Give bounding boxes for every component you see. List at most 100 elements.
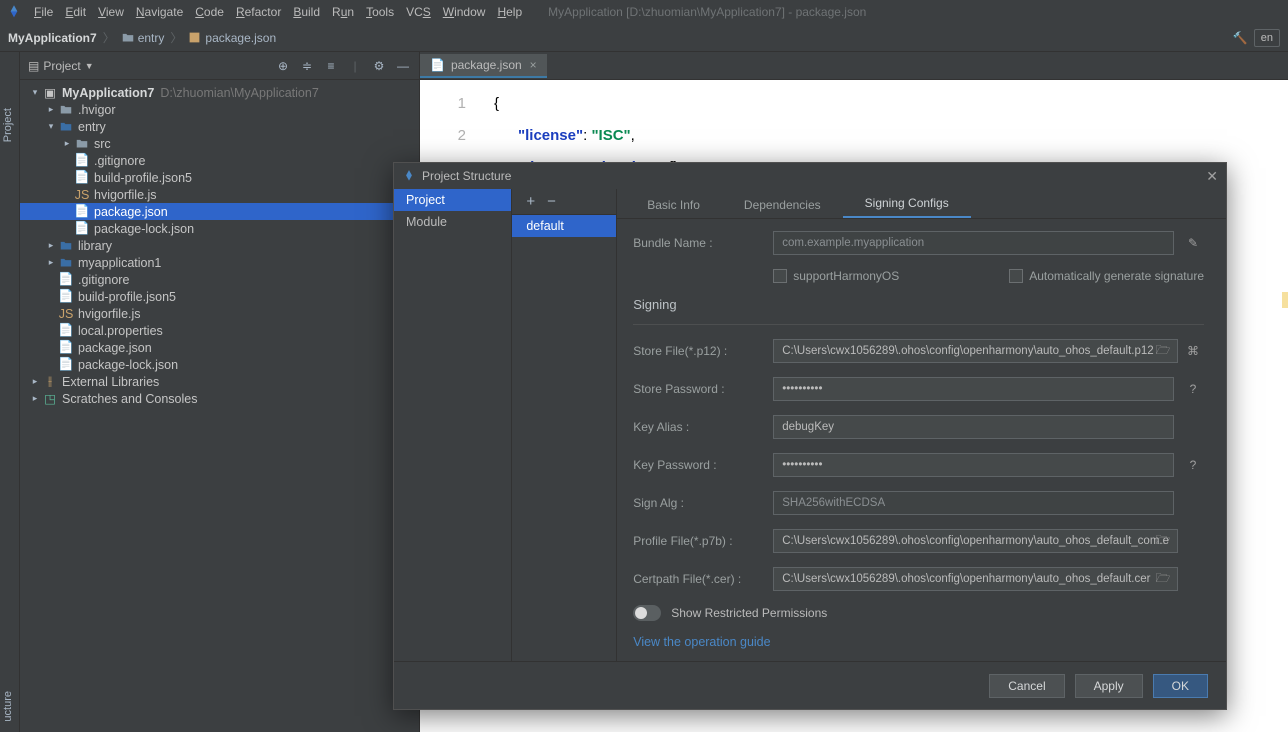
apply-button[interactable]: Apply: [1075, 674, 1143, 698]
tree-buildprofile[interactable]: 📄build-profile.json5: [20, 169, 419, 186]
gear-icon[interactable]: ⚙: [371, 58, 387, 74]
tree-src[interactable]: ▸src: [20, 135, 419, 152]
collapse-all-icon[interactable]: ≡: [323, 58, 339, 74]
tree-gitignore[interactable]: 📄.gitignore: [20, 152, 419, 169]
project-label-text: Project: [43, 59, 80, 73]
tab-signing-configs[interactable]: Signing Configs: [843, 190, 971, 218]
project-label[interactable]: ▤ Project ▼: [28, 59, 94, 73]
toggle-switch[interactable]: [633, 605, 661, 621]
tree-label: package-lock.json: [94, 222, 194, 236]
project-panel-header: ▤ Project ▼ ⊕ ≑ ≡ | ⚙ —: [20, 52, 419, 80]
cert-file-input[interactable]: C:\Users\cwx1056289\.ohos\config\openhar…: [773, 567, 1178, 591]
tree-packagelock[interactable]: 📄package-lock.json: [20, 220, 419, 237]
menu-run[interactable]: Run: [326, 5, 360, 19]
menu-code[interactable]: Code: [189, 5, 230, 19]
expand-all-icon[interactable]: ≑: [299, 58, 315, 74]
close-icon[interactable]: ×: [530, 58, 537, 72]
menu-view[interactable]: View: [92, 5, 130, 19]
rail-structure[interactable]: ucture: [2, 691, 14, 722]
tab-packagejson[interactable]: 📄 package.json ×: [420, 54, 547, 78]
tree-hvigor[interactable]: ▸.hvigor: [20, 101, 419, 118]
tree-packagelock2[interactable]: 📄package-lock.json: [20, 356, 419, 373]
fingerprint-icon[interactable]: ⌘: [1182, 340, 1204, 362]
menu-help[interactable]: Help: [491, 5, 528, 19]
tree-root-name: MyApplication7: [62, 86, 154, 100]
close-icon[interactable]: ✕: [1206, 168, 1218, 185]
cert-file-label: Certpath File(*.cer) :: [633, 572, 773, 586]
tree-label: build-profile.json5: [94, 171, 192, 185]
menu-window[interactable]: Window: [437, 5, 492, 19]
add-icon[interactable]: +: [526, 193, 535, 210]
tree-localprops[interactable]: 📄local.properties: [20, 322, 419, 339]
profile-file-input[interactable]: C:\Users\cwx1056289\.ohos\config\openhar…: [773, 529, 1178, 553]
target-icon[interactable]: ⊕: [275, 58, 291, 74]
chk-label: supportHarmonyOS: [793, 269, 899, 283]
auto-signature-checkbox[interactable]: Automatically generate signature: [1009, 269, 1204, 283]
minimize-icon[interactable]: —: [395, 58, 411, 74]
dialog-form-area: Basic Info Dependencies Signing Configs …: [617, 189, 1226, 661]
cancel-button[interactable]: Cancel: [989, 674, 1064, 698]
tree-entry[interactable]: ▾entry: [20, 118, 419, 135]
tree-buildprofile2[interactable]: 📄build-profile.json5: [20, 288, 419, 305]
menu-vcs[interactable]: VCS: [400, 5, 437, 19]
crumb-file[interactable]: package.json: [205, 31, 276, 45]
rail-project[interactable]: Project: [2, 108, 14, 142]
folder-open-icon[interactable]: 🗁: [1152, 340, 1174, 362]
menu-tools[interactable]: Tools: [360, 5, 400, 19]
lang-badge[interactable]: en: [1254, 29, 1280, 47]
tree-gitignore2[interactable]: 📄.gitignore: [20, 271, 419, 288]
store-password-label: Store Password :: [633, 382, 773, 396]
menu-edit[interactable]: Edit: [59, 5, 92, 19]
restricted-permissions-toggle[interactable]: Show Restricted Permissions: [633, 605, 1204, 621]
tree-library[interactable]: ▸library: [20, 237, 419, 254]
sign-alg-input: SHA256withECDSA: [773, 491, 1174, 515]
ok-button[interactable]: OK: [1153, 674, 1208, 698]
json-file-icon: 📄: [58, 357, 74, 373]
tab-dependencies[interactable]: Dependencies: [722, 192, 843, 218]
help-icon[interactable]: ?: [1182, 378, 1204, 400]
store-file-label: Store File(*.p12) :: [633, 344, 773, 358]
menu-file[interactable]: File: [28, 5, 59, 19]
folder-icon: [58, 102, 74, 118]
tree-label: hvigorfile.js: [78, 307, 141, 321]
tree-hvigorfile2[interactable]: JShvigorfile.js: [20, 305, 419, 322]
project-tree[interactable]: ▾▣MyApplication7D:\zhuomian\MyApplicatio…: [20, 80, 419, 732]
remove-icon[interactable]: −: [547, 193, 556, 210]
file-icon: 📄: [58, 323, 74, 339]
tree-extlib[interactable]: ▸⫲External Libraries: [20, 373, 419, 390]
crumb-root[interactable]: MyApplication7: [8, 31, 97, 45]
key-password-input[interactable]: ••••••••••: [773, 453, 1174, 477]
folder-open-icon[interactable]: 🗁: [1152, 568, 1174, 590]
tree-myapp1[interactable]: ▸myapplication1: [20, 254, 419, 271]
nav-project[interactable]: Project: [394, 189, 511, 211]
menu-build[interactable]: Build: [287, 5, 326, 19]
tree-packagejson2[interactable]: 📄package.json: [20, 339, 419, 356]
tree-label: External Libraries: [62, 375, 159, 389]
folder-open-icon[interactable]: 🗁: [1152, 530, 1174, 552]
tree-root[interactable]: ▾▣MyApplication7D:\zhuomian\MyApplicatio…: [20, 84, 419, 101]
file-icon: 📄: [74, 153, 90, 169]
marker-strip: [1282, 292, 1288, 308]
js-file-icon: JS: [74, 187, 90, 203]
nav-module[interactable]: Module: [394, 211, 511, 233]
bundle-name-input[interactable]: com.example.myapplication: [773, 231, 1174, 255]
operation-guide-link[interactable]: View the operation guide: [633, 635, 770, 649]
tree-scratches[interactable]: ▸◳Scratches and Consoles: [20, 390, 419, 407]
hammer-icon[interactable]: 🔨: [1233, 31, 1248, 45]
menu-navigate[interactable]: Navigate: [130, 5, 189, 19]
store-password-input[interactable]: ••••••••••: [773, 377, 1174, 401]
edit-icon[interactable]: ✎: [1182, 232, 1204, 254]
library-icon: ⫲: [42, 374, 58, 390]
config-default[interactable]: default: [512, 215, 616, 237]
tree-packagejson[interactable]: 📄package.json: [20, 203, 419, 220]
code-key: "license": [518, 127, 583, 144]
crumb-entry[interactable]: entry: [138, 31, 165, 45]
tree-label: build-profile.json5: [78, 290, 176, 304]
tree-hvigorfile[interactable]: JShvigorfile.js: [20, 186, 419, 203]
support-harmony-checkbox[interactable]: supportHarmonyOS: [773, 269, 899, 283]
key-alias-input[interactable]: debugKey: [773, 415, 1174, 439]
help-icon[interactable]: ?: [1182, 454, 1204, 476]
tab-basic-info[interactable]: Basic Info: [625, 192, 722, 218]
menu-refactor[interactable]: Refactor: [230, 5, 287, 19]
store-file-input[interactable]: C:\Users\cwx1056289\.ohos\config\openhar…: [773, 339, 1178, 363]
